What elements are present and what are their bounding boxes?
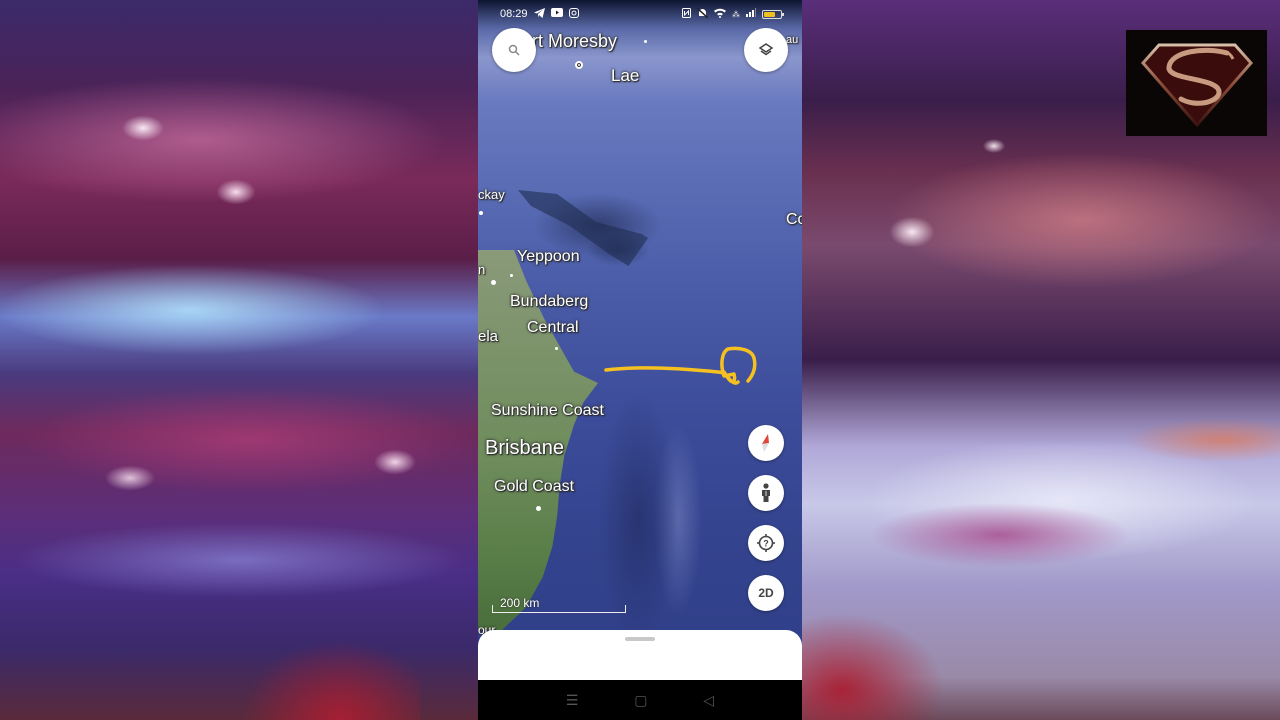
superman-logo <box>1126 30 1267 136</box>
layers-button[interactable] <box>744 28 788 72</box>
map-label-mackay[interactable]: ckay <box>478 187 505 202</box>
phone-screen: 08:29 ⁂ ort Moresby Lae au ckay C Yeppoo… <box>478 0 802 720</box>
nfc-icon <box>682 7 691 21</box>
status-bar: 08:29 ⁂ <box>478 0 802 28</box>
compass-button[interactable] <box>748 425 784 461</box>
wifi-icon <box>714 8 726 21</box>
map-point-mackay <box>479 211 483 215</box>
map-label-sunshine-coast[interactable]: Sunshine Coast <box>491 402 604 420</box>
mute-icon <box>696 6 709 21</box>
map-label-brisbane[interactable]: Brisbane <box>485 437 564 460</box>
scale-bar <box>492 605 626 613</box>
map-label-central[interactable]: Central <box>527 319 579 337</box>
map-point-gold-coast <box>536 506 541 511</box>
bottom-sheet[interactable] <box>478 630 802 682</box>
home-icon[interactable]: ▢ <box>634 692 647 709</box>
map-point-rockhampton <box>491 280 496 285</box>
map-label-co-partial: Co <box>786 211 802 228</box>
background-sky-left <box>0 0 478 720</box>
battery-icon <box>762 9 784 19</box>
view-mode-toggle[interactable]: 2D <box>748 575 784 611</box>
map-point-bundaberg <box>555 347 558 350</box>
my-location-button[interactable]: ? <box>748 525 784 561</box>
view-mode-label: 2D <box>758 586 774 600</box>
battery-level <box>764 11 775 17</box>
search-icon <box>508 44 520 56</box>
map-point <box>644 40 647 43</box>
map-label-bundaberg[interactable]: Bundaberg <box>510 293 588 311</box>
menu-icon[interactable]: ☰ <box>566 692 579 709</box>
youtube-icon <box>550 8 563 20</box>
map-label-port-moresby[interactable]: ort Moresby <box>522 31 617 52</box>
map-label-lae[interactable]: Lae <box>611 66 639 86</box>
search-button[interactable] <box>492 28 536 72</box>
back-icon[interactable]: ◁ <box>703 692 714 709</box>
map-label-au-partial: au <box>786 34 799 46</box>
superman-shield-icon <box>1140 43 1253 128</box>
svg-text:?: ? <box>763 538 769 548</box>
locate-icon: ? <box>757 534 775 552</box>
map-label-gold-coast[interactable]: Gold Coast <box>494 478 574 496</box>
map-label-yeppoon[interactable]: Yeppoon <box>517 248 580 266</box>
map-label-n-partial: n <box>478 262 486 277</box>
map-point-yeppoon <box>510 274 513 277</box>
instagram-icon <box>568 7 579 21</box>
street-view-button[interactable] <box>748 475 784 511</box>
map-label-ela-partial: ela <box>478 328 499 345</box>
pegman-icon <box>762 483 770 502</box>
layers-icon <box>758 43 774 56</box>
telegram-icon <box>533 7 545 21</box>
compass-icon <box>762 434 769 452</box>
signal-icon <box>746 8 756 20</box>
sheet-drag-handle[interactable] <box>625 637 655 641</box>
map-pin-lae[interactable] <box>575 61 583 69</box>
system-navigation-bar: ☰ ▢ ◁ <box>478 680 802 720</box>
clock: 08:29 <box>500 8 528 20</box>
signal-sim-icon: ⁂ <box>732 9 740 19</box>
